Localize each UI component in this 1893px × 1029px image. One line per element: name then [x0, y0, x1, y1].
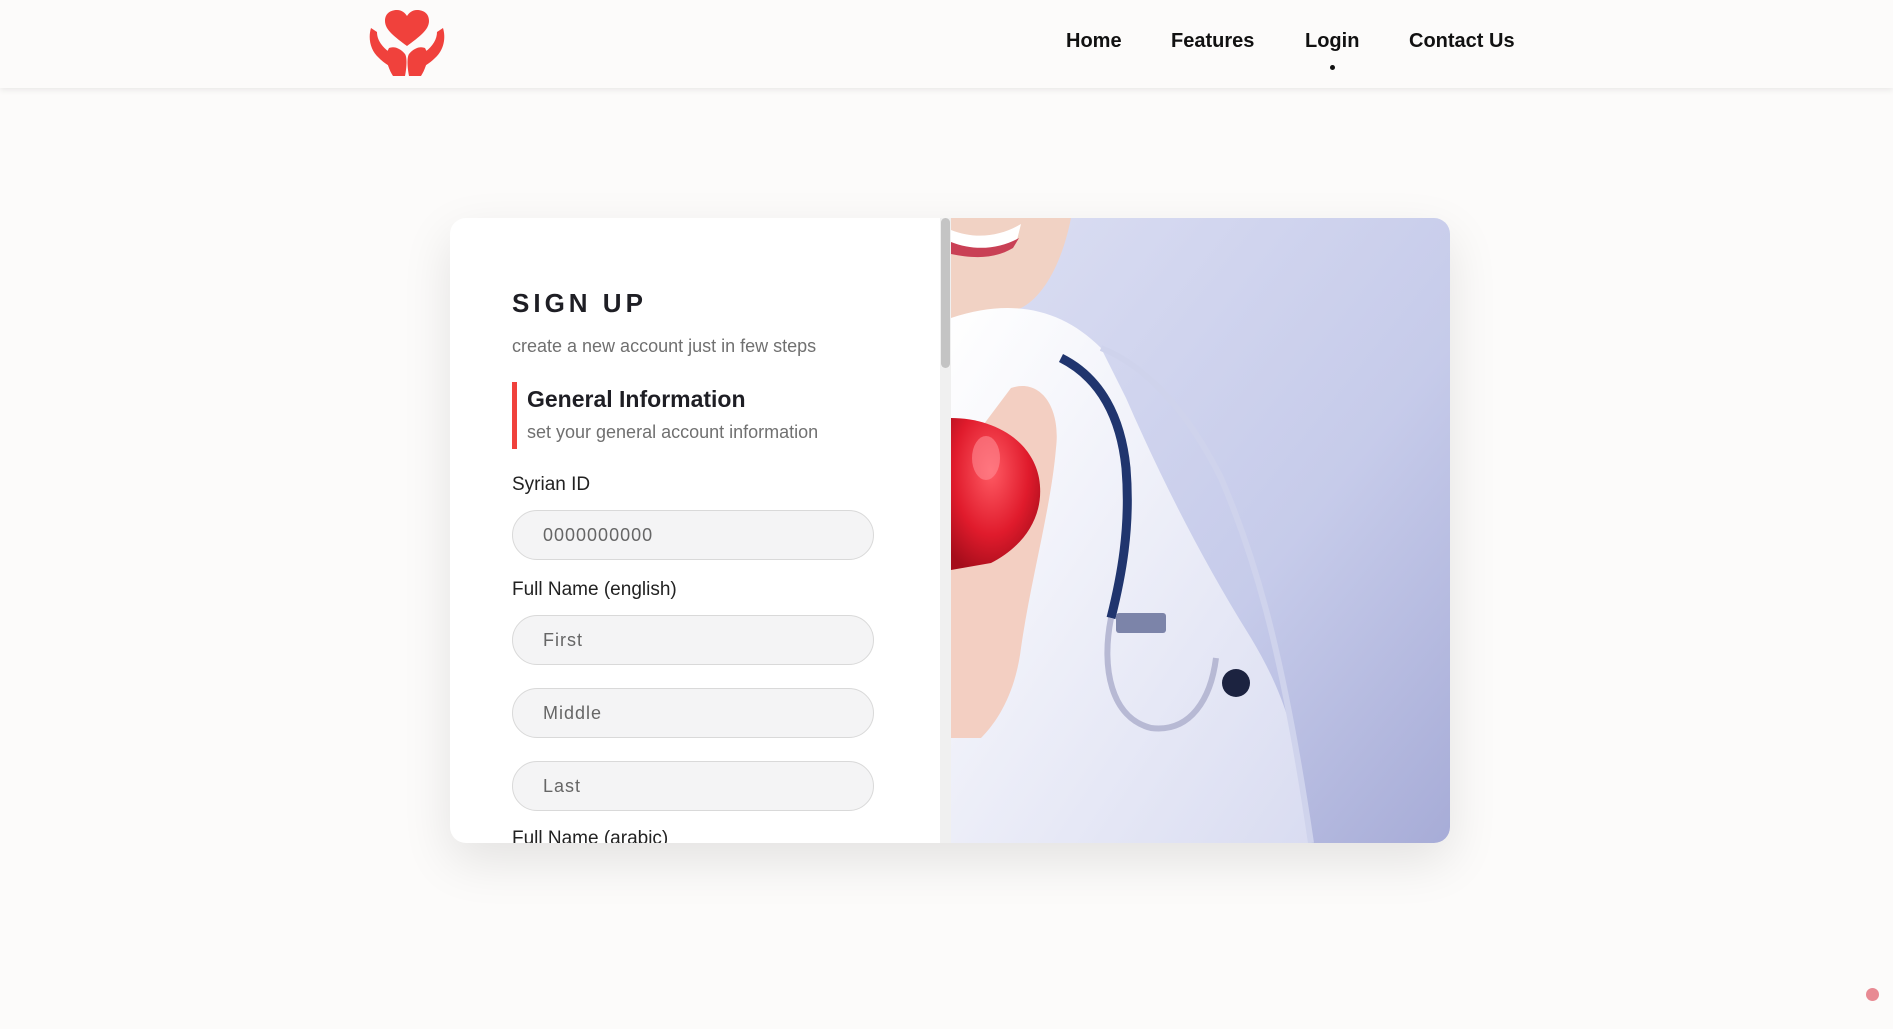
form-scrollbar[interactable] — [940, 218, 951, 843]
signup-subtitle: create a new account just in few steps — [512, 336, 817, 356]
top-navbar: Home Features Login Contact Us — [0, 0, 1893, 88]
nav-features[interactable]: Features — [1171, 30, 1254, 53]
nav-home[interactable]: Home — [1066, 30, 1122, 53]
full-name-arabic-label: Full Name (arabic) — [512, 828, 669, 843]
main-nav: Home Features Login Contact Us — [0, 30, 1893, 70]
signup-card: SIGN UP create a new account just in few… — [450, 218, 1450, 843]
section-title: General Information — [527, 386, 746, 412]
general-information-section: General Information set your general acc… — [512, 382, 917, 449]
signup-title: SIGN UP — [512, 288, 647, 318]
full-name-english-label: Full Name (english) — [512, 579, 677, 600]
doctor-photo — [951, 218, 1450, 843]
nav-login[interactable]: Login — [1305, 30, 1359, 53]
last-name-input[interactable] — [512, 761, 874, 811]
middle-name-input[interactable] — [512, 688, 874, 738]
signup-form: SIGN UP create a new account just in few… — [450, 218, 940, 843]
nav-contact-us[interactable]: Contact Us — [1409, 30, 1515, 53]
syrian-id-label: Syrian ID — [512, 474, 591, 495]
notification-dot[interactable] — [1866, 988, 1879, 1001]
active-nav-indicator — [1330, 65, 1335, 70]
scrollbar-thumb[interactable] — [941, 218, 950, 368]
syrian-id-input[interactable] — [512, 510, 874, 560]
section-subtitle: set your general account information — [527, 422, 819, 442]
first-name-input[interactable] — [512, 615, 874, 665]
